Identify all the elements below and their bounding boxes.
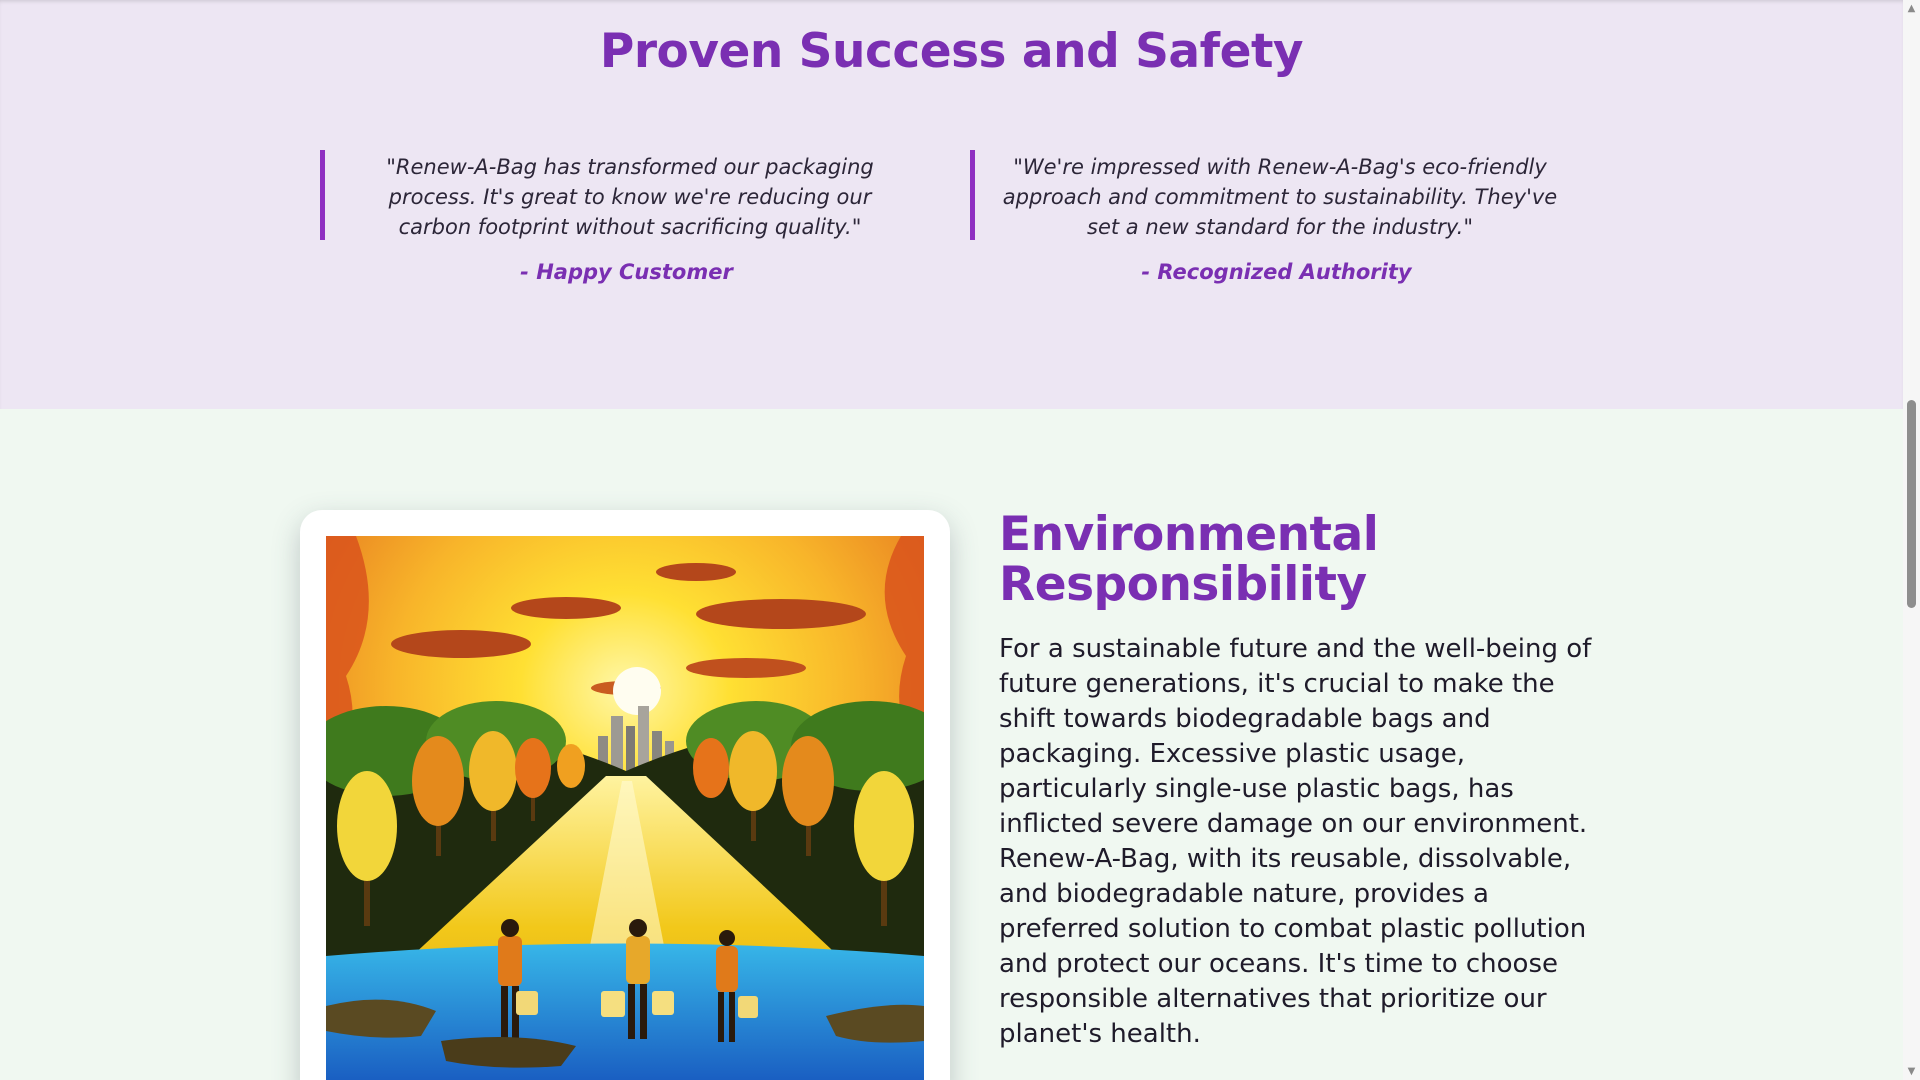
section-heading: Proven Success and Safety — [599, 24, 1304, 79]
testimonial-card: "We're impressed with Renew-A-Bag's eco-… — [970, 150, 1583, 284]
environment-section: Environmental Responsibility For a susta… — [0, 409, 1903, 1080]
scroll-down-arrow-icon[interactable]: ▼ — [1903, 1063, 1920, 1080]
river-sunset-painting — [326, 536, 924, 1080]
testimonials-section: Proven Success and Safety "Renew-A-Bag h… — [0, 0, 1903, 409]
scroll-thumb[interactable] — [1907, 400, 1916, 608]
environment-body: For a sustainable future and the well-be… — [999, 634, 1592, 1049]
testimonial-quote: "We're impressed with Renew-A-Bag's eco-… — [970, 150, 1583, 240]
testimonial-card: "Renew-A-Bag has transformed our packagi… — [320, 150, 933, 284]
environment-text: Environmental Responsibility For a susta… — [999, 510, 1599, 1052]
image-card — [300, 510, 950, 1080]
page-scrollbar[interactable]: ▲ ▼ — [1903, 0, 1920, 1080]
environment-heading: Environmental Responsibility — [999, 507, 1379, 612]
scroll-up-arrow-icon[interactable]: ▲ — [1903, 0, 1920, 17]
testimonial-author: - Happy Customer — [520, 260, 733, 284]
testimonial-quote: "Renew-A-Bag has transformed our packagi… — [320, 150, 933, 240]
testimonial-author: - Recognized Authority — [1141, 260, 1412, 284]
